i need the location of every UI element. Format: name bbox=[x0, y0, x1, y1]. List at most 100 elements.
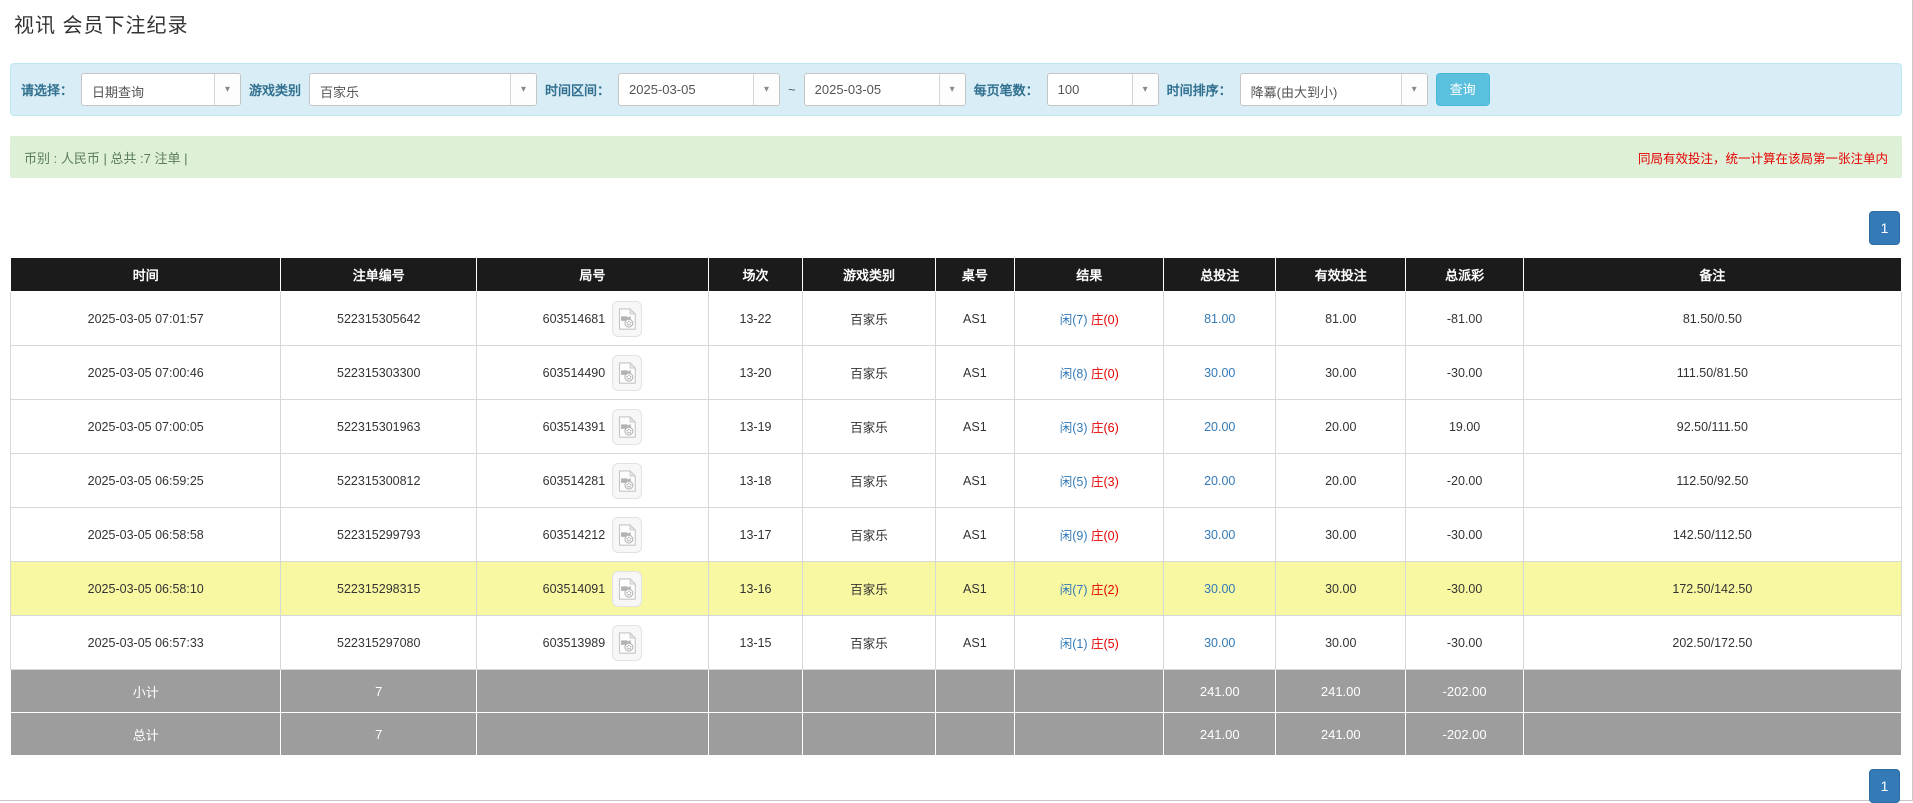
video-file-icon bbox=[618, 470, 636, 492]
cell-time: 2025-03-05 07:00:46 bbox=[11, 346, 281, 400]
video-replay-button[interactable] bbox=[612, 355, 642, 391]
cell-session: 13-15 bbox=[708, 616, 803, 670]
cell-payout: -20.00 bbox=[1406, 454, 1523, 508]
cell-valid-bet: 30.00 bbox=[1276, 616, 1406, 670]
cell-table-no: AS1 bbox=[935, 562, 1014, 616]
result-player: 闲(3) bbox=[1060, 421, 1088, 435]
date-to-select[interactable]: 2025-03-05 ▾ bbox=[804, 73, 966, 106]
cell-remark: 172.50/142.50 bbox=[1523, 562, 1901, 616]
summary-bar: 币别 : 人民币 | 总共 :7 注单 | 同局有效投注，统一计算在该局第一张注… bbox=[10, 136, 1902, 178]
video-file-icon bbox=[618, 362, 636, 384]
bet-records-table: 时间注单编号局号场次游戏类别桌号结果总投注有效投注总派彩备注 2025-03-0… bbox=[10, 257, 1902, 756]
total-bet-link[interactable]: 20.00 bbox=[1204, 474, 1235, 488]
pagination-bottom: 1 bbox=[12, 769, 1900, 803]
round-id: 603514091 bbox=[543, 582, 606, 596]
footer-empty-cell bbox=[1523, 713, 1901, 756]
cell-payout: -30.00 bbox=[1406, 508, 1523, 562]
video-replay-button[interactable] bbox=[612, 463, 642, 499]
game-category-label: 游戏类别 bbox=[249, 80, 301, 99]
query-type-select[interactable]: 日期查询 ▾ bbox=[81, 73, 241, 106]
page-number-button[interactable]: 1 bbox=[1869, 769, 1900, 803]
total-row: 总计7241.00241.00-202.00 bbox=[11, 713, 1902, 756]
footer-valid-bet: 241.00 bbox=[1276, 670, 1406, 713]
footer-total-bet: 241.00 bbox=[1164, 713, 1276, 756]
result-player: 闲(1) bbox=[1060, 637, 1088, 651]
cell-total-bet: 20.00 bbox=[1164, 400, 1276, 454]
column-header: 桌号 bbox=[935, 258, 1014, 292]
cell-bet-id: 522315297080 bbox=[281, 616, 477, 670]
summary-currency-count: 币别 : 人民币 | 总共 :7 注单 | bbox=[24, 148, 188, 167]
cell-game: 百家乐 bbox=[803, 454, 935, 508]
result-banker: 庄(5) bbox=[1091, 637, 1119, 651]
table-row: 2025-03-05 07:00:46522315303300603514490… bbox=[11, 346, 1902, 400]
round-id: 603514281 bbox=[543, 474, 606, 488]
cell-result: 闲(7) 庄(2) bbox=[1015, 562, 1164, 616]
cell-remark: 81.50/0.50 bbox=[1523, 292, 1901, 346]
page-number-button[interactable]: 1 bbox=[1869, 211, 1900, 245]
time-range-label: 时间区间： bbox=[545, 80, 610, 99]
cell-round: 603513989 bbox=[477, 616, 709, 670]
cell-valid-bet: 30.00 bbox=[1276, 562, 1406, 616]
chevron-down-icon: ▾ bbox=[510, 74, 536, 105]
table-row: 2025-03-05 06:58:58522315299793603514212… bbox=[11, 508, 1902, 562]
footer-empty-cell bbox=[803, 670, 935, 713]
result-player: 闲(9) bbox=[1060, 529, 1088, 543]
cell-total-bet: 30.00 bbox=[1164, 346, 1276, 400]
cell-result: 闲(9) 庄(0) bbox=[1015, 508, 1164, 562]
total-bet-link[interactable]: 30.00 bbox=[1204, 582, 1235, 596]
cell-bet-id: 522315305642 bbox=[281, 292, 477, 346]
total-bet-link[interactable]: 20.00 bbox=[1204, 420, 1235, 434]
cell-table-no: AS1 bbox=[935, 292, 1014, 346]
footer-empty-cell bbox=[1015, 713, 1164, 756]
footer-total-bet: 241.00 bbox=[1164, 670, 1276, 713]
video-replay-button[interactable] bbox=[612, 571, 642, 607]
page-size-select[interactable]: 100 ▾ bbox=[1047, 73, 1159, 106]
query-type-value: 日期查询 bbox=[82, 74, 214, 105]
video-file-icon bbox=[618, 578, 636, 600]
total-bet-link[interactable]: 30.00 bbox=[1204, 636, 1235, 650]
search-button[interactable]: 查询 bbox=[1436, 73, 1490, 106]
table-row: 2025-03-05 06:59:25522315300812603514281… bbox=[11, 454, 1902, 508]
cell-session: 13-16 bbox=[708, 562, 803, 616]
total-bet-link[interactable]: 30.00 bbox=[1204, 366, 1235, 380]
cell-table-no: AS1 bbox=[935, 616, 1014, 670]
video-replay-button[interactable] bbox=[612, 301, 642, 337]
cell-remark: 111.50/81.50 bbox=[1523, 346, 1901, 400]
cell-total-bet: 20.00 bbox=[1164, 454, 1276, 508]
total-bet-link[interactable]: 30.00 bbox=[1204, 528, 1235, 542]
footer-empty-cell bbox=[708, 670, 803, 713]
cell-round: 603514681 bbox=[477, 292, 709, 346]
cell-valid-bet: 81.00 bbox=[1276, 292, 1406, 346]
sort-select[interactable]: 降冪(由大到小) ▾ bbox=[1240, 73, 1428, 106]
query-type-label: 请选择： bbox=[21, 80, 73, 99]
video-replay-button[interactable] bbox=[612, 517, 642, 553]
cell-game: 百家乐 bbox=[803, 292, 935, 346]
cell-total-bet: 30.00 bbox=[1164, 562, 1276, 616]
footer-payout: -202.00 bbox=[1406, 670, 1523, 713]
result-banker: 庄(0) bbox=[1091, 367, 1119, 381]
video-replay-button[interactable] bbox=[612, 409, 642, 445]
chevron-down-icon: ▾ bbox=[1132, 74, 1158, 105]
cell-round: 603514091 bbox=[477, 562, 709, 616]
cell-remark: 142.50/112.50 bbox=[1523, 508, 1901, 562]
video-replay-button[interactable] bbox=[612, 625, 642, 661]
footer-empty-cell bbox=[477, 670, 709, 713]
column-header: 场次 bbox=[708, 258, 803, 292]
cell-time: 2025-03-05 06:58:10 bbox=[11, 562, 281, 616]
column-header: 总投注 bbox=[1164, 258, 1276, 292]
cell-total-bet: 30.00 bbox=[1164, 616, 1276, 670]
cell-total-bet: 30.00 bbox=[1164, 508, 1276, 562]
footer-empty-cell bbox=[803, 713, 935, 756]
footer-payout: -202.00 bbox=[1406, 713, 1523, 756]
game-category-select[interactable]: 百家乐 ▾ bbox=[309, 73, 537, 106]
total-bet-link[interactable]: 81.00 bbox=[1204, 312, 1235, 326]
date-from-select[interactable]: 2025-03-05 ▾ bbox=[618, 73, 780, 106]
footer-empty-cell bbox=[1523, 670, 1901, 713]
footer-empty-cell bbox=[1015, 670, 1164, 713]
cell-time: 2025-03-05 06:59:25 bbox=[11, 454, 281, 508]
cell-valid-bet: 30.00 bbox=[1276, 346, 1406, 400]
date-range-tilde: ~ bbox=[788, 82, 796, 97]
footer-empty-cell bbox=[708, 713, 803, 756]
cell-valid-bet: 20.00 bbox=[1276, 400, 1406, 454]
cell-session: 13-18 bbox=[708, 454, 803, 508]
